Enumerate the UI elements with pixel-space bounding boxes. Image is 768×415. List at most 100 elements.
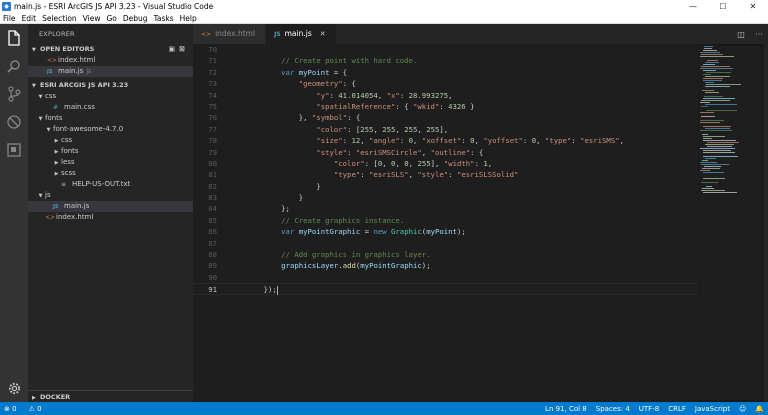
minimap-line — [703, 98, 735, 99]
line-number: 77 — [208, 124, 217, 134]
line-endings[interactable]: CRLF — [668, 405, 686, 413]
language-mode[interactable]: JavaScript — [695, 405, 730, 413]
debug-icon[interactable] — [0, 110, 28, 134]
open-editors-header[interactable]: ▼ OPEN EDITORS ▣⊠ — [28, 44, 193, 55]
open-editors-actions: ▣⊠ — [169, 44, 190, 55]
minimap-line — [706, 110, 737, 111]
minimap-line — [701, 54, 723, 55]
minimap-line — [705, 62, 719, 63]
minimap-line — [705, 82, 714, 83]
code-line: 85 // Create graphics instance. — [193, 215, 698, 226]
minimap-line — [703, 156, 738, 157]
minimap-line — [704, 46, 713, 47]
cursor-position[interactable]: Ln 91, Col 8 — [545, 405, 587, 413]
maximize-button[interactable]: ☐ — [708, 0, 738, 13]
minimap-line — [701, 182, 718, 183]
line-number: 89 — [208, 261, 217, 271]
vscode-logo-icon: ◆ — [2, 2, 11, 11]
settings-gear-icon[interactable] — [0, 376, 28, 400]
code-line: 84 }; — [193, 203, 698, 214]
docker-header[interactable]: ▶ DOCKER — [28, 390, 193, 402]
feedback-smiley-icon[interactable]: ☺ — [739, 405, 746, 413]
minimap-line — [700, 122, 720, 123]
minimap-line — [703, 78, 723, 79]
more-actions-icon[interactable]: ··· — [750, 30, 768, 39]
line-number: 73 — [208, 79, 217, 89]
line-number: 91 — [208, 285, 217, 295]
line-number: 81 — [208, 170, 217, 180]
close-window-button[interactable]: ✕ — [738, 0, 768, 13]
tree-item[interactable]: ≡ HELP-US-OUT.txt — [28, 179, 193, 190]
line-number: 90 — [208, 272, 217, 282]
minimap-line — [702, 188, 714, 189]
split-editor-icon[interactable]: ◫ — [732, 30, 750, 39]
code-line: 76 }, "symbol": { — [193, 112, 698, 123]
minimap-line — [703, 150, 731, 151]
menu-selection[interactable]: Selection — [39, 14, 80, 23]
menu-tasks[interactable]: Tasks — [151, 14, 177, 23]
minimize-button[interactable]: — — [678, 0, 708, 13]
menu-help[interactable]: Help — [177, 14, 200, 23]
open-editor-item[interactable]: JS main.js js — [28, 66, 193, 77]
close-tab-icon[interactable]: ✕ — [320, 30, 326, 38]
window-title: main.js - ESRI ArcGIS JS API 3.23 - Visu… — [14, 2, 214, 11]
minimap-line — [702, 134, 708, 135]
indentation[interactable]: Spaces: 4 — [596, 405, 630, 413]
tree-item[interactable]: ▼ js — [28, 190, 193, 201]
minimap-line — [703, 64, 715, 65]
menu-debug[interactable]: Debug — [120, 14, 151, 23]
code-editor[interactable]: 70 71 // Create point with hard code. 72 v… — [193, 44, 698, 402]
tree-item[interactable]: JS main.js — [28, 201, 193, 212]
minimap-line — [706, 84, 741, 85]
tree-item[interactable]: ▼ css — [28, 91, 193, 102]
vertical-scrollbar[interactable] — [764, 44, 768, 402]
code-line: 82 } — [193, 181, 698, 192]
tree-item[interactable]: # main.css — [28, 102, 193, 113]
source-control-icon[interactable] — [0, 82, 28, 106]
minimap-line — [704, 96, 723, 97]
activity-bar — [0, 24, 28, 402]
code-line: 78 "size": 12, "angle": 0, "xoffset": 0,… — [193, 135, 698, 146]
minimap-line — [702, 90, 714, 91]
editor-actions: ◫ ··· — [732, 24, 768, 44]
encoding[interactable]: UTF-8 — [639, 405, 659, 413]
txt-file-icon: ≡ — [61, 181, 67, 188]
open-editor-item[interactable]: <>index.html — [28, 55, 193, 66]
minimap-line — [705, 86, 730, 87]
minimap-line — [706, 72, 731, 73]
save-all-icon[interactable]: ▣ — [169, 45, 180, 53]
tab-index-html[interactable]: <> index.html — [193, 24, 267, 44]
minimap-line — [707, 146, 732, 147]
tree-item[interactable]: ▶ fonts — [28, 146, 193, 157]
project-header[interactable]: ▼ ESRI ARCGIS JS API 3.23 — [28, 80, 193, 91]
minimap-line — [707, 60, 718, 61]
tree-item[interactable]: ▼ fonts — [28, 113, 193, 124]
explorer-icon[interactable] — [0, 26, 28, 50]
menu-view[interactable]: View — [80, 14, 104, 23]
errors-indicator[interactable]: ⊗ 0 — [4, 405, 23, 413]
editor-tabs: <> index.html JS main.js ✕ ◫ ··· — [193, 24, 768, 44]
minimap-line — [705, 104, 737, 105]
minimap-line — [700, 68, 733, 69]
menu-go[interactable]: Go — [103, 14, 119, 23]
notifications-bell-icon[interactable]: 🔔 — [755, 405, 764, 413]
css-file-icon: # — [53, 104, 59, 111]
minimap-line — [704, 166, 721, 167]
tree-item[interactable]: ▶ scss — [28, 168, 193, 179]
minimap-line — [701, 100, 730, 101]
extensions-icon[interactable] — [0, 138, 28, 162]
close-all-icon[interactable]: ⊠ — [179, 45, 189, 53]
tree-item[interactable]: <>index.html — [28, 212, 193, 223]
tree-item[interactable]: ▶ less — [28, 157, 193, 168]
tab-main-js[interactable]: JS main.js ✕ — [266, 24, 337, 44]
menu-file[interactable]: File — [0, 14, 19, 23]
tree-item[interactable]: ▶ css — [28, 135, 193, 146]
menu-edit[interactable]: Edit — [19, 14, 40, 23]
minimap-line — [703, 50, 717, 51]
search-icon[interactable] — [0, 54, 28, 78]
minimap-line — [700, 56, 734, 57]
minimap-line — [703, 70, 716, 71]
warnings-indicator[interactable]: ⚠ 0 — [29, 405, 48, 413]
tree-item[interactable]: ▼ font-awesome-4.7.0 — [28, 124, 193, 135]
minimap[interactable] — [698, 44, 768, 402]
